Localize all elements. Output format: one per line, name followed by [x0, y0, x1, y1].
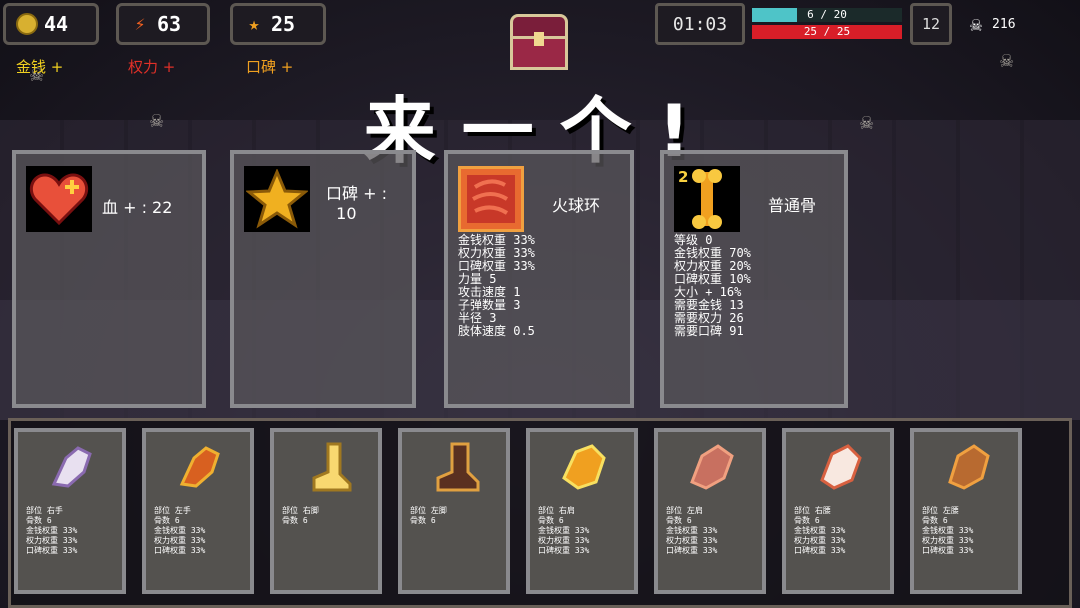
level-badge: 12 [910, 3, 952, 45]
star-icon [244, 166, 310, 232]
lightning-icon: ⚡ [134, 13, 146, 35]
part-card-left-foot[interactable]: 部位 左脚 骨数 6 [398, 428, 510, 594]
hp-bar: 25 / 25 [752, 25, 902, 39]
part-card-right-foot[interactable]: 部位 右脚 骨数 6 [270, 428, 382, 594]
part-stats: 部位 右脚 骨数 6 [282, 506, 319, 525]
part-stats: 部位 右腰 骨数 6 金钱权重 33% 权力权重 33% 口碑权重 33% [794, 506, 846, 555]
skull-crossbones-icon: ☠ [970, 12, 983, 36]
power-value: 63 [157, 12, 182, 36]
kill-count: 216 [992, 16, 1016, 32]
chest-lock [534, 32, 544, 46]
part-stats: 部位 左脚 骨数 6 [410, 506, 447, 525]
choice-name: 普通骨 [768, 196, 817, 215]
kill-counter: ☠ 216 [970, 12, 1016, 36]
waist-bone-icon [940, 438, 996, 494]
part-card-right-hand[interactable]: 部位 右手 骨数 6 金钱权重 33% 权力权重 33% 口碑权重 33% [14, 428, 126, 594]
part-card-left-hand[interactable]: 部位 左手 骨数 6 金钱权重 33% 权力权重 33% 口碑权重 33% [142, 428, 254, 594]
xp-bar: 6 / 20 [752, 8, 902, 22]
reputation-counter: ★ 25 [230, 3, 326, 45]
bone-count-badge: 2 [678, 168, 689, 186]
star-icon: ★ [248, 13, 260, 35]
hand-bone-icon [44, 438, 100, 494]
choice-stats: 等级 0 金钱权重 70% 权力权重 20% 口碑权重 10% 大小 + 16%… [674, 233, 751, 338]
game-timer: 01:03 [655, 3, 745, 45]
choice-card-fireball-ring[interactable]: 火球环 金钱权重 33% 权力权重 33% 口碑权重 33% 力量 5 攻击速度… [444, 150, 634, 408]
choice-name: 血 + : 22 [102, 198, 173, 217]
fireball-ring-icon [458, 166, 524, 232]
power-counter: ⚡ 63 [116, 3, 210, 45]
part-stats: 部位 左腰 骨数 6 金钱权重 33% 权力权重 33% 口碑权重 33% [922, 506, 974, 555]
part-stats: 部位 左肩 骨数 6 金钱权重 33% 权力权重 33% 口碑权重 33% [666, 506, 718, 555]
part-stats: 部位 左手 骨数 6 金钱权重 33% 权力权重 33% 口碑权重 33% [154, 506, 206, 555]
gold-counter: 44 [3, 3, 99, 45]
choice-name: 口碑 + : 10 [326, 184, 387, 223]
coin-icon [16, 13, 38, 35]
xp-text: 6 / 20 [807, 8, 847, 21]
part-card-right-shoulder[interactable]: 部位 右肩 骨数 6 金钱权重 33% 权力权重 33% 口碑权重 33% [526, 428, 638, 594]
part-card-left-shoulder[interactable]: 部位 左肩 骨数 6 金钱权重 33% 权力权重 33% 口碑权重 33% [654, 428, 766, 594]
hand-bone-icon [172, 438, 228, 494]
part-stats: 部位 右手 骨数 6 金钱权重 33% 权力权重 33% 口碑权重 33% [26, 506, 78, 555]
heart-plus-icon [26, 166, 92, 232]
hud-top-bar: 44 ⚡ 63 ★ 25 金钱 + 权力 + 口碑 + 01:03 6 / 20… [0, 0, 1080, 76]
treasure-chest-icon[interactable] [510, 14, 568, 70]
reputation-value: 25 [271, 12, 296, 36]
choice-card-common-bone[interactable]: 2 普通骨 等级 0 金钱权重 70% 权力权重 20% 口碑权重 10% 大小… [660, 150, 848, 408]
choice-card-reputation[interactable]: 口碑 + : 10 [230, 150, 416, 408]
shoulder-bone-icon [556, 438, 612, 494]
waist-bone-icon [812, 438, 868, 494]
hp-text: 25 / 25 [803, 25, 851, 38]
status-bars: 6 / 20 25 / 25 [752, 8, 902, 42]
choice-card-health[interactable]: 血 + : 22 [12, 150, 206, 408]
boot-icon [428, 438, 484, 494]
part-stats: 部位 右肩 骨数 6 金钱权重 33% 权力权重 33% 口碑权重 33% [538, 506, 590, 555]
gold-value: 44 [44, 12, 69, 36]
part-card-right-waist[interactable]: 部位 右腰 骨数 6 金钱权重 33% 权力权重 33% 口碑权重 33% [782, 428, 894, 594]
shoulder-bone-icon [684, 438, 740, 494]
part-card-left-waist[interactable]: 部位 左腰 骨数 6 金钱权重 33% 权力权重 33% 口碑权重 33% [910, 428, 1022, 594]
choice-stats: 金钱权重 33% 权力权重 33% 口碑权重 33% 力量 5 攻击速度 1 子… [458, 233, 535, 338]
foot-bone-icon [300, 438, 356, 494]
choice-name: 火球环 [552, 196, 601, 215]
